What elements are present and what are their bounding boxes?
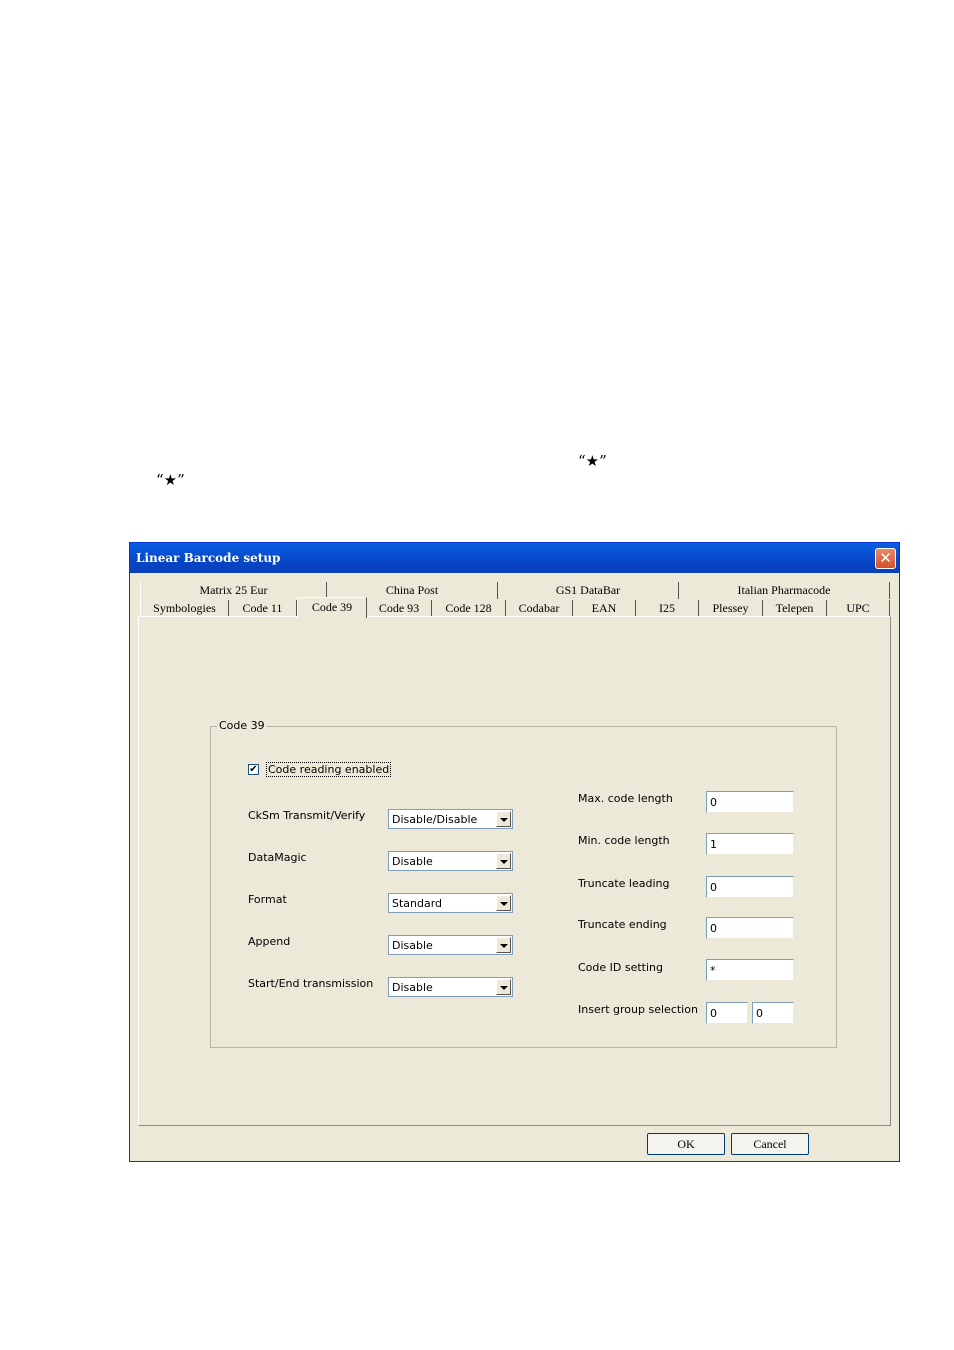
cksm-transmit-verify-select[interactable]: Disable/Disable [388,809,513,829]
chevron-down-icon[interactable] [496,937,511,953]
tab-code-128[interactable]: Code 128 [432,600,506,617]
tab-codabar[interactable]: Codabar [506,600,573,617]
tab-code-39[interactable]: Code 39 [297,597,367,618]
datamagic-label: DataMagic [248,851,307,864]
tab-telepen[interactable]: Telepen [763,600,827,617]
code-id-setting-input[interactable]: * [706,959,794,981]
linear-barcode-setup-dialog: Linear Barcode setup ✕ Matrix 25 Eur Chi… [129,542,900,1162]
insert-group-selection-label: Insert group selection [578,1003,698,1016]
start-end-transmission-label: Start/End transmission [248,977,374,990]
min-code-length-label: Min. code length [578,834,670,847]
truncate-ending-label: Truncate ending [578,918,667,931]
input-value: 1 [710,838,717,851]
title-bar[interactable]: Linear Barcode setup ✕ [130,543,899,573]
cksm-transmit-verify-label: CkSm Transmit/Verify [248,809,366,822]
append-select[interactable]: Disable [388,935,513,955]
truncate-leading-input[interactable]: 0 [706,876,794,898]
select-value: Disable [392,981,433,994]
append-label: Append [248,935,291,948]
cancel-button[interactable]: Cancel [731,1133,809,1155]
max-code-length-input[interactable]: 0 [706,791,794,813]
select-value: Standard [392,897,443,910]
window-title: Linear Barcode setup [136,551,281,565]
code-reading-enabled-label[interactable]: Code reading enabled [266,762,392,777]
code-reading-enabled-checkbox[interactable]: ✔ [248,764,259,775]
star-note: “★” [578,452,607,470]
format-select[interactable]: Standard [388,893,513,913]
star-note: “★” [156,471,185,489]
tab-italian-pharmacode[interactable]: Italian Pharmacode [679,582,890,599]
select-value: Disable [392,939,433,952]
max-code-length-label: Max. code length [578,792,673,805]
truncate-ending-input[interactable]: 0 [706,917,794,939]
insert-group-selection-input-1[interactable]: 0 [706,1002,748,1024]
datamagic-select[interactable]: Disable [388,851,513,871]
input-value: 0 [710,922,717,935]
groupbox-title: Code 39 [217,719,267,732]
insert-group-selection-input-2[interactable]: 0 [752,1002,794,1024]
tab-symbologies[interactable]: Symbologies [140,600,229,617]
tab-row-top: Matrix 25 Eur China Post GS1 DataBar Ita… [140,582,890,599]
tab-plessey[interactable]: Plessey [699,600,763,617]
tab-row-bottom: Symbologies Code 11 Code 39 Code 93 Code… [140,597,890,618]
ok-button[interactable]: OK [647,1133,725,1155]
select-value: Disable [392,855,433,868]
chevron-down-icon[interactable] [496,979,511,995]
truncate-leading-label: Truncate leading [578,877,670,890]
tab-code-93[interactable]: Code 93 [367,600,432,617]
input-value: 0 [756,1007,763,1020]
tab-upc[interactable]: UPC [827,600,890,617]
input-value: * [710,964,716,977]
close-icon[interactable]: ✕ [875,548,896,569]
tab-code-11[interactable]: Code 11 [229,600,297,617]
input-value: 0 [710,796,717,809]
tab-gs1-databar[interactable]: GS1 DataBar [498,582,679,599]
chevron-down-icon[interactable] [496,895,511,911]
tab-i25[interactable]: I25 [636,600,699,617]
select-value: Disable/Disable [392,813,478,826]
input-value: 0 [710,1007,717,1020]
tab-ean[interactable]: EAN [573,600,636,617]
input-value: 0 [710,881,717,894]
chevron-down-icon[interactable] [496,811,511,827]
start-end-transmission-select[interactable]: Disable [388,977,513,997]
min-code-length-input[interactable]: 1 [706,833,794,855]
code-id-setting-label: Code ID setting [578,961,664,974]
chevron-down-icon[interactable] [496,853,511,869]
format-label: Format [248,893,287,906]
